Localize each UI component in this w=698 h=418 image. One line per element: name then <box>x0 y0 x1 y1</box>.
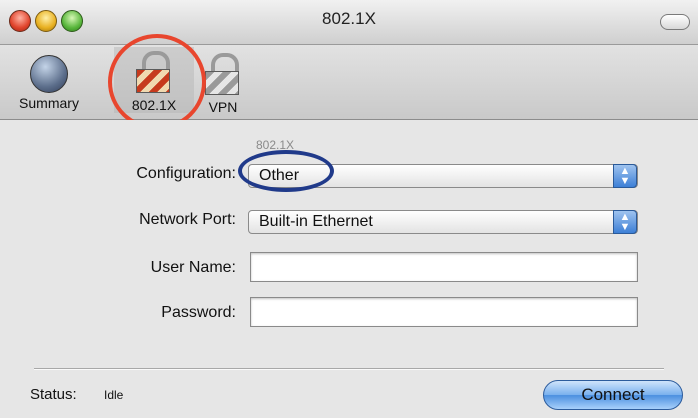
password-label: Password: <box>161 304 236 321</box>
toolbar-toggle-button[interactable] <box>660 14 690 30</box>
divider <box>34 368 664 370</box>
status-label: Status: <box>30 386 77 403</box>
network-port-popup[interactable]: Built-in Ethernet ▲ ▼ <box>248 210 638 234</box>
connect-button[interactable]: Connect <box>543 380 683 410</box>
configuration-label: Configuration: <box>136 165 236 182</box>
password-field[interactable] <box>250 297 638 327</box>
toolbar: Summary 802.1X VPN <box>0 45 698 120</box>
popup-arrows-icon: ▲ ▼ <box>613 164 637 188</box>
status-value: Idle <box>104 388 124 402</box>
popup-arrows-icon: ▲ ▼ <box>613 210 637 234</box>
user-name-field[interactable] <box>250 252 638 282</box>
toolbar-item-summary[interactable]: Summary <box>8 49 90 111</box>
lock-icon <box>203 53 243 97</box>
window-title: 802.1X <box>322 9 376 28</box>
toolbar-item-label: Summary <box>19 95 79 111</box>
network-port-value: Built-in Ethernet <box>259 213 373 230</box>
highlight-circle-8021x <box>108 34 206 130</box>
toolbar-item-label: VPN <box>208 99 238 115</box>
title-bar: 802.1X <box>0 0 698 45</box>
user-name-label: User Name: <box>150 259 236 276</box>
highlight-oval-configuration <box>238 150 334 192</box>
globe-icon <box>30 55 68 93</box>
main-panel: 802.1X Configuration: Other ▲ ▼ Network P… <box>0 120 698 418</box>
network-port-label: Network Port: <box>139 211 236 228</box>
